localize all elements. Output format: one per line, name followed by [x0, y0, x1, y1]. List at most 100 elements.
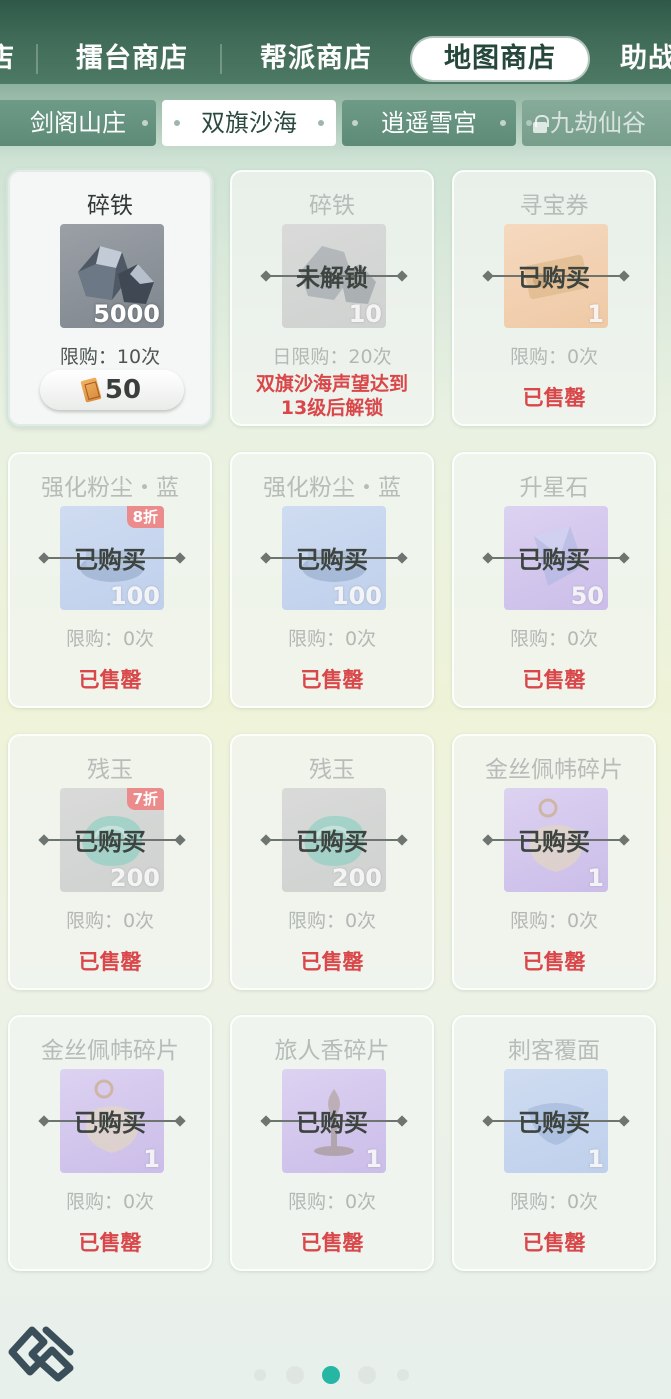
shop-item-card[interactable]: 金丝佩帏碎片 1 已购买 限购：0次 已售罄	[452, 734, 656, 990]
purchased-label: 已购买	[518, 1109, 590, 1137]
item-quantity: 200	[331, 864, 382, 892]
item-name: 旅人香碎片	[274, 1038, 390, 1064]
page-dot[interactable]	[358, 1366, 376, 1384]
purchase-limit: 限购：0次	[287, 628, 377, 650]
item-name: 寻宝券	[519, 193, 589, 219]
region-tab-bar: 剑阁山庄 双旗沙海 逍遥雪宫 九劫仙谷	[0, 100, 671, 148]
page-dot[interactable]	[397, 1369, 409, 1381]
sold-out-label: 已售罄	[300, 950, 364, 974]
locked-label: 未解锁	[296, 264, 368, 292]
sold-out-label: 已售罄	[78, 950, 142, 974]
sold-out-label: 已售罄	[522, 1231, 586, 1255]
tab-divider	[36, 44, 38, 74]
purchased-label: 已购买	[518, 546, 590, 574]
item-name: 刺客覆面	[508, 1038, 600, 1064]
shop-item-card[interactable]: 升星石 50 已购买 限购：0次 已售罄	[452, 452, 656, 708]
purchased-label: 已购买	[296, 828, 368, 856]
purchase-limit: 限购：0次	[65, 910, 155, 932]
shop-item-card[interactable]: 碎铁 10 未解锁 日限购：20次 双旗沙海声望达到 13级后解锁	[230, 170, 434, 426]
purchase-limit: 限购：0次	[65, 1191, 155, 1213]
tab-dot	[142, 120, 148, 126]
purchase-limit: 限购：0次	[287, 910, 377, 932]
item-quantity: 200	[109, 864, 160, 892]
tab-dot	[318, 120, 324, 126]
item-name: 碎铁	[87, 193, 133, 219]
subtab-label: 双旗沙海	[201, 109, 297, 137]
ticket-icon	[80, 377, 102, 403]
purchase-limit: 日限购：20次	[272, 346, 392, 368]
unlock-requirement: 双旗沙海声望达到 13级后解锁	[255, 373, 408, 419]
sold-out-label: 已售罄	[300, 668, 364, 692]
purchase-limit: 限购：0次	[509, 1191, 599, 1213]
subtab-jiujie[interactable]: 九劫仙谷	[522, 100, 671, 146]
page-dot[interactable]	[254, 1369, 266, 1381]
page-indicator	[0, 1366, 671, 1384]
shop-item-card[interactable]: 旅人香碎片 1 已购买 限购：0次 已售罄	[230, 1015, 434, 1271]
shop-item-card[interactable]: 金丝佩帏碎片 1 已购买 限购：0次 已售罄	[8, 1015, 212, 1271]
item-icon-box: 5000	[60, 224, 164, 328]
tab-dot	[500, 120, 506, 126]
page-dot-active[interactable]	[322, 1366, 340, 1384]
sold-out-label: 已售罄	[300, 1231, 364, 1255]
item-name: 强化粉尘・蓝	[41, 475, 179, 501]
subtab-xiaoyao[interactable]: 逍遥雪宫	[342, 100, 516, 146]
purchased-label: 已购买	[296, 546, 368, 574]
shop-item-card[interactable]: 碎铁 5000 限购：10次 50	[8, 170, 212, 426]
sold-out-label: 已售罄	[78, 1231, 142, 1255]
lock-icon	[532, 115, 549, 133]
discount-badge: 8折	[126, 506, 164, 528]
shop-item-card[interactable]: 强化粉尘・蓝 100 已购买 限购：0次 已售罄	[230, 452, 434, 708]
item-name: 残玉	[87, 757, 133, 783]
tab-arena-shop[interactable]: 擂台商店	[60, 34, 204, 84]
item-quantity: 1	[587, 864, 604, 892]
shop-item-card[interactable]: 残玉 7折 200 已购买 限购：0次 已售罄	[8, 734, 212, 990]
subtab-label: 九劫仙谷	[550, 109, 646, 137]
item-quantity: 1	[587, 1145, 604, 1173]
purchase-limit: 限购：10次	[59, 346, 161, 368]
shop-tab-bar: 店 擂台商店 帮派商店 地图商店 助战	[0, 0, 671, 84]
item-quantity: 5000	[93, 300, 160, 328]
item-quantity: 100	[109, 582, 160, 610]
subtab-label: 剑阁山庄	[30, 109, 126, 137]
discount-badge: 7折	[126, 788, 164, 810]
purchase-limit: 限购：0次	[509, 346, 599, 368]
item-quantity: 10	[348, 300, 382, 328]
purchased-label: 已购买	[518, 264, 590, 292]
shop-item-card[interactable]: 刺客覆面 1 已购买 限购：0次 已售罄	[452, 1015, 656, 1271]
sold-out-label: 已售罄	[78, 668, 142, 692]
tab-dot	[174, 120, 180, 126]
purchased-label: 已购买	[518, 828, 590, 856]
item-name: 残玉	[309, 757, 355, 783]
purchase-limit: 限购：0次	[509, 628, 599, 650]
shop-item-card[interactable]: 残玉 200 已购买 限购：0次 已售罄	[230, 734, 434, 990]
item-name: 升星石	[519, 475, 589, 501]
subtab-jiange[interactable]: 剑阁山庄	[0, 100, 156, 146]
item-name: 碎铁	[309, 193, 355, 219]
tab-map-shop[interactable]: 地图商店	[412, 38, 588, 80]
item-name: 强化粉尘・蓝	[263, 475, 401, 501]
item-name: 金丝佩帏碎片	[485, 757, 623, 783]
tab-assist-shop[interactable]: 助战	[620, 34, 671, 84]
page-dot[interactable]	[286, 1366, 304, 1384]
purchased-label: 已购买	[74, 546, 146, 574]
item-quantity: 100	[331, 582, 382, 610]
sold-out-label: 已售罄	[522, 386, 586, 410]
purchase-limit: 限购：0次	[65, 628, 155, 650]
tab-dot	[352, 120, 358, 126]
tab-shop-partial[interactable]: 店	[0, 34, 16, 84]
purchased-label: 已购买	[74, 828, 146, 856]
shop-item-card[interactable]: 寻宝券 1 已购买 限购：0次 已售罄	[452, 170, 656, 426]
sold-out-label: 已售罄	[522, 668, 586, 692]
item-quantity: 1	[365, 1145, 382, 1173]
subtab-label: 逍遥雪宫	[381, 109, 477, 137]
subtab-shuangqi[interactable]: 双旗沙海	[162, 100, 336, 146]
purchase-limit: 限购：0次	[509, 910, 599, 932]
tab-divider	[220, 44, 222, 74]
item-quantity: 50	[570, 582, 604, 610]
buy-button[interactable]: 50	[40, 370, 184, 410]
tab-guild-shop[interactable]: 帮派商店	[244, 34, 388, 84]
shop-item-card[interactable]: 强化粉尘・蓝 8折 100 已购买 限购：0次 已售罄	[8, 452, 212, 708]
item-quantity: 1	[587, 300, 604, 328]
purchased-label: 已购买	[296, 1109, 368, 1137]
item-quantity: 1	[143, 1145, 160, 1173]
